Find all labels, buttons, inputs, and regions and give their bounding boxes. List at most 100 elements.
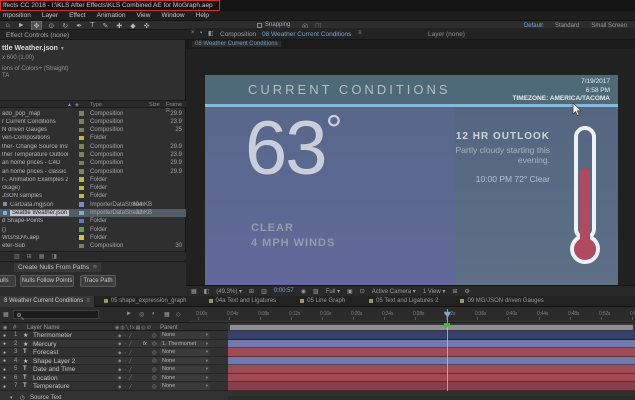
source-text-label[interactable]: Source Text [30, 395, 62, 400]
panel-menu-icon[interactable]: ≡ [358, 30, 362, 36]
project-item-row[interactable]: CarData.mgjsonImporterDataStream804 KB [0, 200, 186, 208]
parent-dropdown[interactable]: 1. Thermomet▾ [160, 341, 210, 348]
clone-stamp-tool-icon[interactable]: ✚ [115, 22, 124, 30]
timeline-tab-5[interactable]: 05 Text and Ligatures 2 [365, 296, 442, 307]
composition-canvas[interactable]: CURRENT CONDITIONS 7/19/2017 6:58 PM TIM… [205, 75, 618, 285]
delete-icon[interactable]: ◨ [51, 253, 57, 260]
layer-duration-bar[interactable] [228, 365, 635, 374]
project-item-name[interactable]: eter-Sub [2, 243, 25, 249]
project-item-row[interactable]: ther Temperature OutlookComposition23.9 [0, 150, 186, 158]
project-item-name[interactable]: ther- Change Source Instructions [2, 144, 68, 150]
layer-switches[interactable]: ◆◦╱ [118, 384, 135, 390]
layer-row-shape-layer-2[interactable]: ●4★Shape Layer 2◆◦╱◎None▾ [0, 357, 228, 366]
expression-fx-icon[interactable]: fx [143, 341, 147, 347]
layer-duration-bar[interactable] [228, 331, 635, 340]
project-item-row[interactable]: eter-SubComposition30 [0, 242, 186, 250]
zoom-tool-icon[interactable]: ⊙ [47, 22, 56, 30]
fast-previews-icon[interactable]: ⚙ [464, 288, 469, 295]
work-area-bar[interactable] [230, 325, 633, 330]
tab-effect-controls[interactable]: Effect Controls (none) [6, 32, 69, 39]
layer-name[interactable]: Thermometer [33, 332, 72, 339]
menu-item-layer[interactable]: Layer [42, 12, 58, 19]
source-text-row[interactable]: ▾ ◷ Source Text [0, 396, 635, 400]
resolution-select[interactable]: Full ▾ [326, 288, 340, 295]
layer-switches[interactable]: ◆◦╱ [118, 350, 135, 356]
time-ruler[interactable]: 0:00s0:04s0:08s0:12s0:16s0:20s0:24s0:28s… [190, 307, 635, 322]
close-icon[interactable]: × [191, 30, 195, 36]
item-label-swatch[interactable] [79, 144, 84, 149]
item-label-swatch[interactable] [79, 219, 84, 224]
layer-switches[interactable]: ◆◦╱ [118, 375, 135, 381]
graph-editor-icon[interactable]: ◇ [176, 311, 181, 318]
orbit-tool-icon[interactable]: ↻ [61, 22, 70, 30]
timeline-tab-6[interactable]: 09 MG/JSON driven Gauges [456, 296, 547, 307]
parent-dropdown[interactable]: None▾ [160, 375, 210, 382]
timeline-tab-2[interactable]: 05 shape_expression_graph [100, 296, 191, 307]
project-item-name[interactable]: JSON samples [2, 193, 42, 199]
project-item-row[interactable]: WG/SD%.aepFolder [0, 233, 186, 241]
stopwatch-icon[interactable]: ◷ [20, 395, 25, 400]
menu-item-view[interactable]: View [137, 12, 151, 19]
eye-icon[interactable]: ● [3, 341, 6, 347]
lock-icon[interactable]: ◧ [208, 30, 214, 37]
item-label-swatch[interactable] [79, 194, 84, 199]
column-size[interactable]: Size [149, 102, 160, 108]
eye-icon[interactable]: ● [3, 358, 6, 364]
item-label-swatch[interactable] [79, 186, 84, 191]
sort-arrow-icon[interactable]: ▲ [67, 102, 72, 108]
new-folder-icon[interactable]: ⊞ [27, 253, 32, 260]
tab-composition-name[interactable]: 08 Weather Current Conditions [262, 31, 351, 38]
project-item-row[interactable]: ()Folder [0, 225, 186, 233]
draft-3d-icon[interactable]: ► [126, 311, 132, 317]
button-nulls-follow-points[interactable]: Nulls Follow Points [20, 275, 74, 287]
project-item-name[interactable]: ckage) [2, 185, 20, 191]
panel-menu-icon[interactable]: ≡ [93, 264, 97, 271]
layer-name[interactable]: Forecast [33, 349, 58, 356]
item-label-swatch[interactable] [79, 211, 84, 216]
project-table-header[interactable]: ▲ ◈ Type Size Frame R [0, 100, 186, 108]
tab-composition-prefix[interactable]: Composition [220, 31, 256, 38]
layer-duration-bar[interactable] [228, 340, 635, 349]
timeline-tab-1[interactable]: 8 Weather Current Conditions≡ [0, 296, 94, 307]
layer-name[interactable]: Date and Time [33, 366, 75, 373]
parent-dropdown[interactable]: None▾ [160, 366, 210, 373]
tab-create-nulls[interactable]: Create Nulls From Paths≡ [14, 263, 101, 272]
project-item-name[interactable]: d Shape-Points [2, 218, 43, 224]
layer-row-temperature[interactable]: ●7TTemperature◆◦╱◎None▾ [0, 382, 228, 391]
pen-tool-icon[interactable]: ✒ [75, 22, 84, 30]
channels-icon[interactable]: ▨ [313, 288, 319, 295]
hand-tool-icon[interactable]: ✥ [31, 21, 42, 31]
project-item-row[interactable]: d Shape-PointsFolder [0, 217, 186, 225]
zoom-level[interactable]: (49.3%) ▾ [216, 288, 242, 295]
parent-pickwhip-icon[interactable]: ◎ [152, 367, 157, 373]
mask-toggle-icon[interactable]: ▥ [261, 288, 267, 295]
item-label-swatch[interactable] [79, 119, 84, 124]
item-label-swatch[interactable] [79, 202, 84, 207]
parent-dropdown[interactable]: None▾ [160, 383, 210, 390]
project-item-name[interactable]: r Current Conditions [2, 119, 56, 125]
view-layout-select[interactable]: 1 View ▾ [423, 288, 446, 295]
parent-pickwhip-icon[interactable]: ◎ [152, 333, 157, 339]
project-item-row[interactable]: r-, Animation Examples 2_1 folderFolder [0, 175, 186, 183]
project-item-name[interactable]: CarData.mgjson [10, 202, 53, 208]
camera-select[interactable]: Active Camera ▾ [372, 288, 416, 295]
layer-duration-bar[interactable] [228, 348, 635, 357]
project-item-row[interactable]: N driven GaugesComposition25 [0, 126, 186, 134]
current-time[interactable]: 0:00:57 [274, 288, 294, 294]
puppet-tool-icon[interactable]: ✜ [142, 22, 151, 30]
eye-icon[interactable]: ● [3, 384, 6, 390]
layer-row-date-and-time[interactable]: ●5TDate and Time◆◦╱◎None▾ [0, 365, 228, 374]
eraser-tool-icon[interactable]: ◆ [129, 22, 137, 30]
panel-menu-icon[interactable]: ≡ [86, 298, 90, 304]
breadcrumb[interactable]: 08 Weather Current Conditions [192, 41, 281, 47]
item-label-swatch[interactable] [79, 169, 84, 174]
eye-icon[interactable]: ● [3, 375, 6, 381]
column-layer-name[interactable]: Layer Name [27, 325, 60, 331]
eye-icon[interactable]: ● [3, 367, 6, 373]
layer-duration-bar[interactable] [228, 382, 635, 391]
column-parent[interactable]: Parent [160, 325, 178, 331]
project-item-name[interactable]: WG/SD%.aep [2, 235, 39, 241]
parent-pickwhip-icon[interactable]: ◎ [152, 358, 157, 364]
item-label-swatch[interactable] [79, 244, 84, 249]
project-item-row[interactable]: an home prices - classic 3DComposition29… [0, 167, 186, 175]
